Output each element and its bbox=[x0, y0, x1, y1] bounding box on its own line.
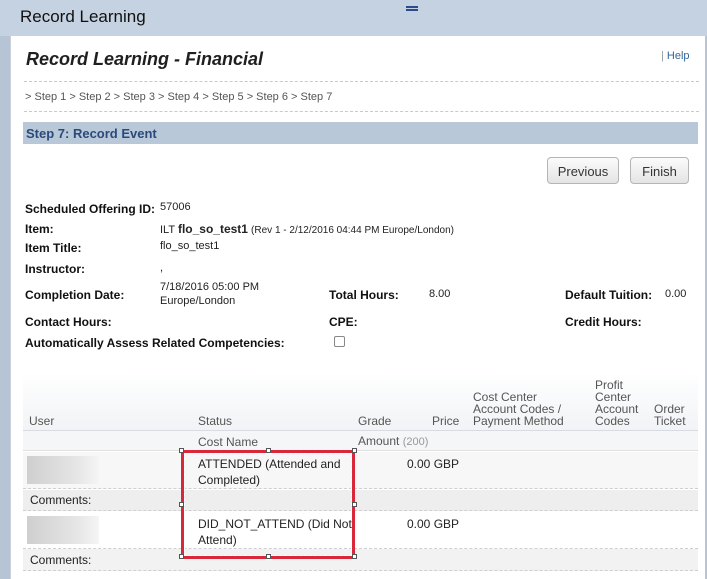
divider bbox=[24, 111, 699, 112]
previous-button[interactable]: Previous bbox=[547, 157, 619, 184]
completion-date-value: 7/18/2016 05:00 PM Europe/London bbox=[160, 280, 259, 308]
comments-row: Comments: bbox=[23, 549, 698, 571]
instructor-value: , bbox=[160, 262, 164, 274]
help-link[interactable]: Help bbox=[667, 50, 690, 62]
col-profit-center-line: Codes bbox=[595, 414, 630, 428]
comments-label: Comments: bbox=[30, 553, 92, 567]
window-title: Record Learning bbox=[20, 7, 146, 26]
item-name: flo_so_test1 bbox=[177, 222, 248, 236]
credit-hours-label: Credit Hours: bbox=[565, 315, 642, 329]
comments-label: Comments: bbox=[30, 493, 92, 507]
amount-label: Amount bbox=[358, 434, 400, 448]
item-title-label: Item Title: bbox=[25, 241, 82, 255]
drag-handle-icon[interactable] bbox=[406, 6, 418, 11]
col-profit-center[interactable]: Profit Center Account Codes bbox=[595, 379, 638, 427]
step-title: Step 7: Record Event bbox=[26, 126, 157, 141]
divider bbox=[24, 81, 699, 82]
completion-date-label: Completion Date: bbox=[25, 288, 125, 302]
completion-date-line1: 7/18/2016 05:00 PM bbox=[160, 281, 260, 293]
comments-row: Comments: bbox=[23, 490, 698, 511]
help-separator: | bbox=[661, 50, 664, 62]
resize-handle[interactable] bbox=[266, 554, 271, 559]
col-user[interactable]: User bbox=[29, 415, 54, 427]
default-tuition-label: Default Tuition: bbox=[565, 288, 653, 302]
contact-hours-label: Contact Hours: bbox=[25, 315, 112, 329]
table-row[interactable]: DID_NOT_ATTEND (Did Not Attend) 0.00 GBP bbox=[23, 512, 698, 549]
scheduled-offering-id-value: 57006 bbox=[160, 201, 191, 213]
total-hours-label: Total Hours: bbox=[329, 288, 399, 302]
grid-subheader: Cost Name Amount (200) bbox=[23, 431, 698, 451]
default-tuition-value: 0.00 bbox=[665, 288, 687, 300]
resize-handle[interactable] bbox=[179, 448, 184, 453]
item-prefix: ILT bbox=[160, 224, 175, 236]
table-row[interactable]: ATTENDED (Attended and Completed) 0.00 G… bbox=[23, 452, 698, 489]
scheduled-offering-id-label: Scheduled Offering ID: bbox=[25, 202, 156, 216]
step-header: Step 7: Record Event bbox=[23, 122, 698, 144]
price-cell: 0.00 GBP bbox=[407, 517, 460, 531]
col-cost-center[interactable]: Cost Center Account Codes / Payment Meth… bbox=[473, 391, 564, 427]
completion-date-line2: Europe/London bbox=[160, 295, 236, 307]
instructor-label: Instructor: bbox=[25, 262, 85, 276]
cpe-label: CPE: bbox=[329, 315, 358, 329]
item-value: ILT flo_so_test1 (Rev 1 - 2/12/2016 04:4… bbox=[160, 222, 454, 236]
selection-highlight bbox=[181, 450, 355, 559]
avatar bbox=[27, 516, 99, 544]
total-hours-value: 8.00 bbox=[429, 288, 451, 300]
grid-header: User Status Grade Price Cost Center Acco… bbox=[23, 373, 698, 431]
col-price[interactable]: Price bbox=[432, 415, 459, 427]
learning-grid: User Status Grade Price Cost Center Acco… bbox=[23, 373, 698, 579]
item-label: Item: bbox=[25, 222, 54, 236]
resize-handle[interactable] bbox=[179, 554, 184, 559]
item-revision: (Rev 1 - 2/12/2016 04:44 PM Europe/Londo… bbox=[251, 225, 454, 236]
col-order-line: Ticket bbox=[654, 414, 686, 428]
price-cell: 0.00 GBP bbox=[407, 457, 460, 471]
help-area: | Help bbox=[661, 50, 690, 62]
cost-name-header: Cost Name bbox=[198, 435, 259, 449]
col-order-ticket[interactable]: Order Ticket bbox=[654, 403, 686, 427]
avatar bbox=[27, 456, 99, 484]
col-status[interactable]: Status bbox=[198, 415, 232, 427]
col-cost-center-line: Payment Method bbox=[473, 414, 564, 428]
amount-header: Amount (200) bbox=[358, 435, 428, 448]
auto-assess-checkbox[interactable] bbox=[334, 336, 345, 347]
window-title-bar: Record Learning bbox=[0, 0, 707, 36]
resize-handle[interactable] bbox=[352, 502, 357, 507]
record-learning-panel: Record Learning - Financial | Help > Ste… bbox=[10, 36, 705, 579]
resize-handle[interactable] bbox=[352, 448, 357, 453]
resize-handle[interactable] bbox=[179, 502, 184, 507]
auto-assess-label: Automatically Assess Related Competencie… bbox=[25, 336, 285, 350]
item-title-value: flo_so_test1 bbox=[160, 240, 220, 252]
finish-button[interactable]: Finish bbox=[630, 157, 689, 184]
page-title: Record Learning - Financial bbox=[26, 49, 264, 69]
col-grade[interactable]: Grade bbox=[358, 415, 391, 427]
amount-count: (200) bbox=[402, 436, 429, 448]
resize-handle[interactable] bbox=[352, 554, 357, 559]
resize-handle[interactable] bbox=[266, 448, 271, 453]
breadcrumb[interactable]: > Step 1 > Step 2 > Step 3 > Step 4 > St… bbox=[25, 91, 332, 103]
